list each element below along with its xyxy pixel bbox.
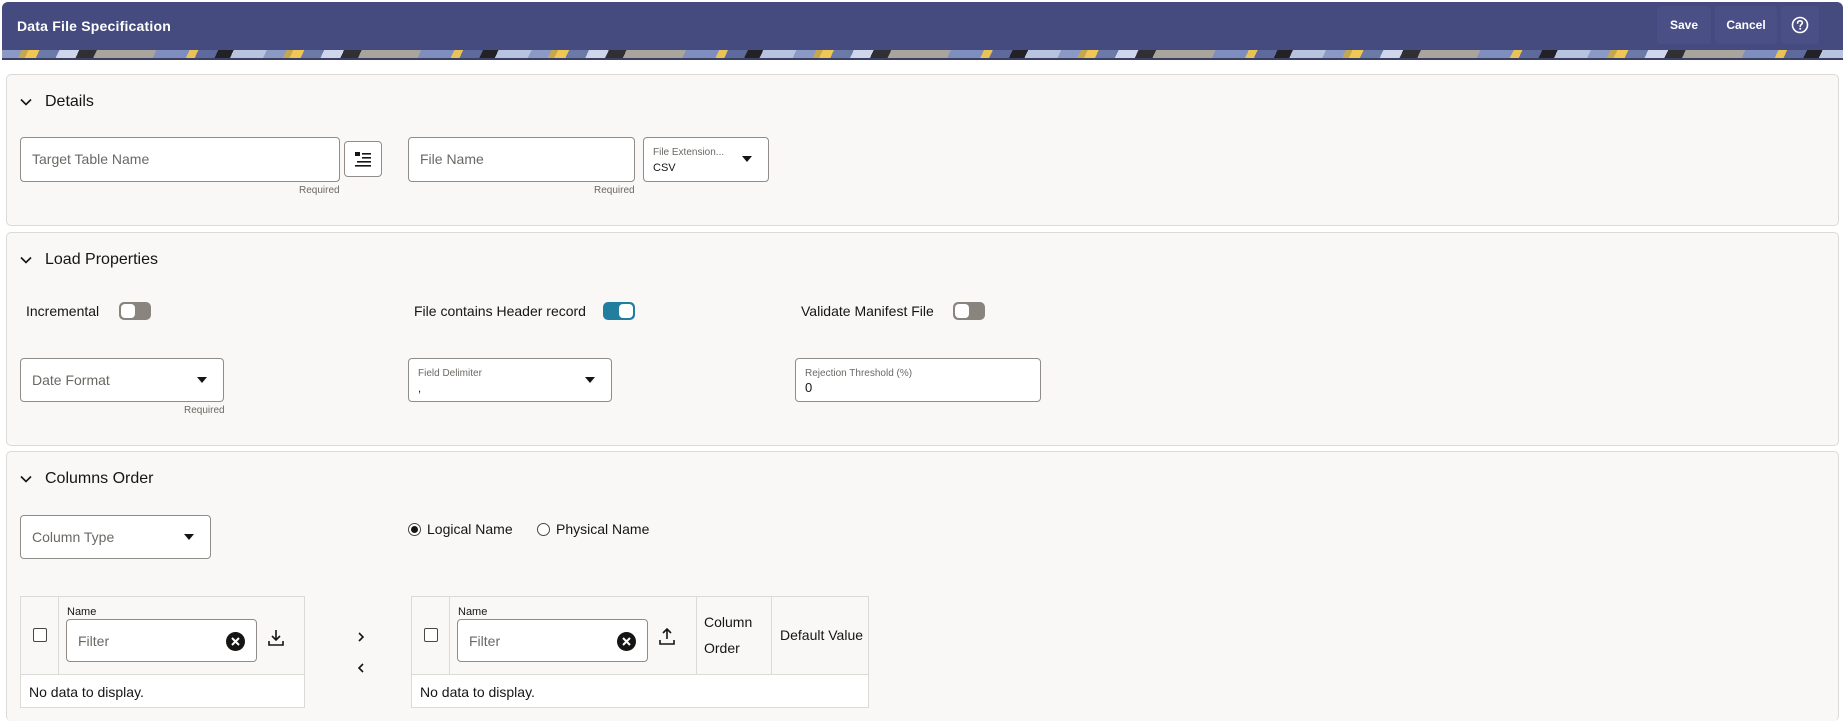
select-all-checkbox[interactable] — [424, 628, 438, 642]
radio-logical-name[interactable]: Logical Name — [408, 521, 513, 537]
file-extension-select[interactable]: File Extension... CSV — [643, 137, 769, 182]
details-title: Details — [45, 93, 94, 110]
field-delimiter-label: Field Delimiter — [418, 368, 482, 379]
incremental-label: Incremental — [26, 303, 100, 319]
file-extension-label: File Extension... — [653, 147, 725, 158]
file-name-placeholder: File Name — [420, 151, 484, 167]
chevron-down-icon — [20, 475, 32, 483]
field-delimiter-select[interactable]: Field Delimiter , — [408, 358, 612, 402]
clear-filter-icon[interactable] — [226, 632, 245, 651]
chevron-down-icon — [20, 98, 32, 106]
radio-logical-name-label: Logical Name — [427, 521, 513, 537]
caret-down-icon — [197, 377, 207, 383]
available-empty-text: No data to display. — [29, 684, 144, 700]
available-filter-input[interactable]: Filter — [66, 619, 257, 662]
selected-filter-input[interactable]: Filter — [457, 619, 648, 662]
file-extension-value: CSV — [653, 162, 676, 174]
filter-placeholder: Filter — [78, 633, 110, 649]
target-table-name-placeholder: Target Table Name — [32, 151, 150, 167]
radio-physical-name[interactable]: Physical Name — [537, 521, 649, 537]
name-column-label: Name — [458, 606, 488, 618]
selected-table-header: Name Filter Column Order Default Value — [412, 597, 868, 675]
details-toggle[interactable]: Details — [19, 93, 94, 111]
select-all-cell — [21, 597, 59, 675]
help-circle-icon — [1791, 16, 1809, 34]
default-value-label: Default Value — [780, 627, 864, 643]
page-header: Data File Specification Save Cancel — [2, 2, 1843, 60]
chevron-left-icon — [357, 663, 364, 673]
name-column-label: Name — [67, 606, 97, 618]
columns-order-toggle[interactable]: Columns Order — [19, 470, 153, 488]
caret-down-icon — [585, 377, 595, 383]
upload-icon[interactable] — [658, 628, 676, 646]
toggle-knob — [121, 304, 135, 318]
toggle-knob — [955, 304, 969, 318]
file-name-input[interactable]: File Name — [408, 137, 635, 182]
cancel-button[interactable]: Cancel — [1715, 6, 1777, 44]
save-button[interactable]: Save — [1657, 6, 1711, 44]
move-right-button[interactable] — [356, 630, 366, 648]
validate-manifest-label: Validate Manifest File — [801, 303, 934, 319]
details-section: Details Target Table Name Required File … — [6, 74, 1839, 226]
field-delimiter-value: , — [418, 383, 422, 395]
download-icon[interactable] — [267, 629, 285, 647]
load-properties-toggle[interactable]: Load Properties — [19, 251, 158, 269]
page-title: Data File Specification — [17, 18, 171, 34]
columns-order-section: Columns Order Column Type Logical Name P… — [6, 451, 1839, 721]
caret-down-icon — [742, 156, 752, 162]
available-table-header: Name Filter — [21, 597, 304, 675]
select-all-cell — [412, 597, 450, 675]
column-order-label-line1: Column — [704, 614, 753, 630]
file-name-required: Required — [594, 185, 635, 196]
selected-empty-text: No data to display. — [420, 684, 535, 700]
column-order-header[interactable]: Column Order — [697, 597, 772, 675]
column-type-placeholder: Column Type — [32, 529, 115, 545]
rejection-threshold-input[interactable]: Rejection Threshold (%) 0 — [795, 358, 1041, 402]
radio-physical-name-label: Physical Name — [556, 521, 650, 537]
column-order-label-line2: Order — [704, 640, 740, 656]
default-value-header[interactable]: Default Value — [772, 597, 870, 675]
header-actions: Save Cancel — [1657, 6, 1819, 44]
columns-order-title: Columns Order — [45, 470, 154, 487]
name-column-header: Name Filter — [450, 597, 697, 675]
list-icon — [355, 152, 371, 167]
header-record-toggle[interactable] — [603, 302, 635, 320]
date-format-placeholder: Date Format — [32, 372, 110, 388]
toggle-knob — [619, 304, 633, 318]
clear-filter-icon[interactable] — [617, 632, 636, 651]
rejection-threshold-label: Rejection Threshold (%) — [805, 368, 913, 379]
chevron-right-icon — [358, 632, 365, 642]
select-all-checkbox[interactable] — [33, 628, 47, 642]
header-record-label: File contains Header record — [414, 303, 586, 319]
filter-placeholder: Filter — [469, 633, 501, 649]
chevron-down-icon — [20, 256, 32, 264]
load-properties-section: Load Properties Incremental File contain… — [6, 232, 1839, 446]
column-type-select[interactable]: Column Type — [20, 515, 211, 559]
header-banner-pattern — [2, 50, 1843, 60]
load-properties-title: Load Properties — [45, 251, 158, 268]
incremental-toggle[interactable] — [119, 302, 151, 320]
help-button[interactable] — [1781, 6, 1819, 44]
date-format-required: Required — [184, 405, 225, 416]
selected-columns-table: Name Filter Column Order Default Value N… — [411, 596, 869, 708]
radio-selected-indicator — [408, 522, 421, 536]
date-format-select[interactable]: Date Format — [20, 358, 224, 402]
radio-unselected-indicator — [537, 522, 550, 536]
move-left-button[interactable] — [356, 661, 366, 679]
available-columns-table: Name Filter No data to display. — [20, 596, 305, 708]
rejection-threshold-value: 0 — [805, 380, 813, 395]
validate-manifest-toggle[interactable] — [953, 302, 985, 320]
caret-down-icon — [184, 534, 194, 540]
name-column-header: Name Filter — [59, 597, 306, 675]
target-table-required: Required — [299, 185, 340, 196]
select-table-button[interactable] — [344, 141, 382, 177]
target-table-name-input[interactable]: Target Table Name — [20, 137, 340, 182]
